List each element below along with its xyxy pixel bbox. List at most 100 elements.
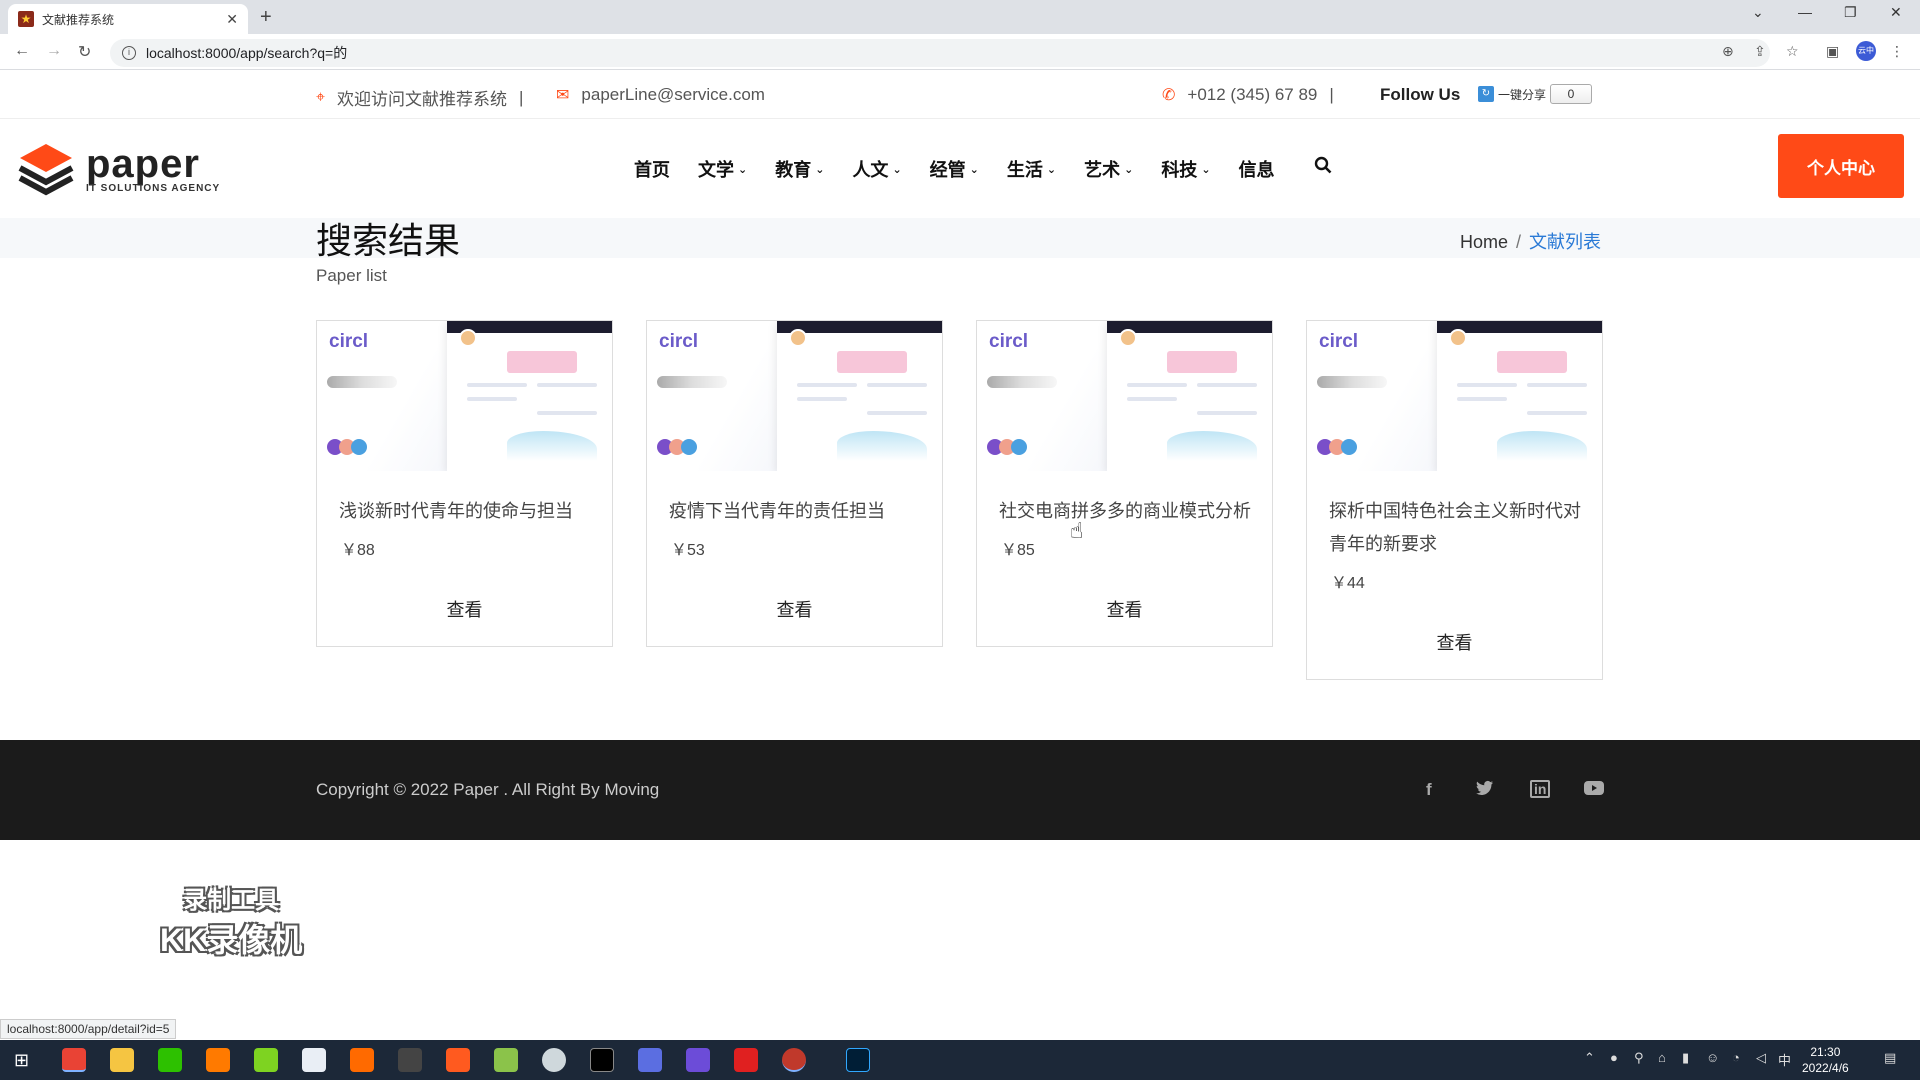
share-label[interactable]: 一键分享 [1498,86,1546,103]
thumbnail-brand: circl [989,331,1029,352]
welcome-item: ⌖ 欢迎访问文献推荐系统 | [316,85,523,110]
map-marker-icon: ⌖ [316,88,326,106]
paper-title[interactable]: 浅谈新时代青年的使命与担当 [317,471,612,528]
nav-label: 经管 [929,160,966,180]
twitter-icon[interactable] [1476,780,1494,801]
file-explorer-icon[interactable] [110,1048,134,1072]
logo-tagline: IT SOLUTIONS AGENCY [86,182,221,194]
paper-title[interactable]: 社交电商拼多多的商业模式分析 [977,471,1272,528]
app-icon[interactable] [350,1048,374,1072]
paper-thumbnail[interactable]: circl [1307,321,1602,471]
mouse-cursor-icon: ☝ [1070,518,1084,543]
windows-start-icon[interactable]: ⊞ [14,1050,29,1071]
zoom-icon[interactable]: ⊕ [1722,43,1734,60]
tray-icon[interactable]: ● [1610,1050,1618,1065]
nav-item-education[interactable]: 教育 ⌄ [775,156,824,182]
app-icon[interactable] [446,1048,470,1072]
volume-icon[interactable]: ◁ [1756,1050,1766,1066]
chrome-icon[interactable] [62,1048,86,1072]
restore-icon[interactable]: ❐ [1844,4,1857,21]
paper-card[interactable]: circl 探析中国特色社会主义新时代对青年的新要求 ￥44 查看 [1306,320,1603,680]
nav-item-humanities[interactable]: 人文 ⌄ [852,156,901,182]
site-footer: Copyright © 2022 Paper . All Right By Mo… [0,740,1920,840]
photoshop-icon[interactable] [846,1048,870,1072]
search-icon[interactable] [1314,156,1332,179]
new-tab-icon[interactable]: + [260,6,272,29]
nav-label: 教育 [775,160,812,180]
paper-title[interactable]: 探析中国特色社会主义新时代对青年的新要求 [1307,471,1602,561]
nav-item-tech[interactable]: 科技 ⌄ [1161,156,1210,182]
profile-avatar[interactable]: 云中 [1856,41,1876,61]
paper-thumbnail[interactable]: circl [647,321,942,471]
facebook-icon[interactable]: f [1426,780,1432,800]
app-icon[interactable] [302,1048,326,1072]
nav-item-art[interactable]: 艺术 ⌄ [1084,156,1133,182]
taskbar-clock[interactable]: 21:30 2022/4/6 [1802,1044,1849,1076]
site-info-icon[interactable]: i [122,46,136,60]
app-icon[interactable] [254,1048,278,1072]
close-tab-icon[interactable]: ✕ [226,11,238,28]
youtube-icon[interactable] [1584,780,1604,800]
close-window-icon[interactable]: ✕ [1890,4,1902,21]
nav-label: 艺术 [1084,160,1121,180]
breadcrumb-current[interactable]: 文献列表 [1529,232,1601,252]
app-icon[interactable] [398,1048,422,1072]
page-subtitle: Paper list [316,266,387,285]
paper-card[interactable]: circl 浅谈新时代青年的使命与担当 ￥88 查看 [316,320,613,647]
browser-tab[interactable]: ★ 文献推荐系统 ✕ [8,4,248,34]
nav-label: 信息 [1238,160,1275,180]
tray-icon[interactable]: ▮ [1682,1050,1689,1066]
ime-indicator[interactable]: 中 [1778,1050,1791,1069]
nav-item-management[interactable]: 经管 ⌄ [930,156,979,182]
forward-icon[interactable]: → [46,42,62,60]
minimize-icon[interactable]: — [1798,4,1812,20]
nav-label: 首页 [634,160,670,180]
share-widget[interactable]: ↻ 一键分享 0 [1478,84,1593,104]
address-bar[interactable]: i localhost:8000/app/search?q=的 [110,39,1770,67]
chat-app-icon[interactable] [542,1048,566,1072]
notification-icon[interactable]: ▤ [1884,1050,1896,1066]
linkedin-icon[interactable]: in [1530,780,1551,798]
tray-icon[interactable]: ⌂ [1658,1050,1666,1065]
user-center-button[interactable]: 个人中心 [1778,134,1904,198]
email-text[interactable]: paperLine@service.com [581,85,765,105]
nav-item-info[interactable]: 信息 [1239,156,1275,182]
nav-label: 科技 [1161,160,1198,180]
view-button[interactable]: 查看 [1437,629,1473,655]
browser-toolbar: ← → ↻ i localhost:8000/app/search?q=的 ⊕ … [0,34,1920,70]
back-icon[interactable]: ← [14,42,30,60]
menu-icon[interactable]: ⋮ [1890,43,1904,60]
side-panel-icon[interactable]: ▣ [1826,43,1839,60]
tray-overflow-icon[interactable]: ⌃ [1584,1050,1595,1066]
paper-title[interactable]: 疫情下当代青年的责任担当 [647,471,942,528]
bookmark-star-icon[interactable]: ☆ [1786,43,1799,60]
wechat-icon[interactable] [158,1048,182,1072]
view-button[interactable]: 查看 [777,596,813,622]
nav-item-life[interactable]: 生活 ⌄ [1007,156,1056,182]
breadcrumb-home[interactable]: Home [1460,232,1508,252]
watermark-line2: KK录像机 [160,922,303,958]
recorder-app-icon[interactable] [782,1048,806,1072]
app-icon[interactable] [638,1048,662,1072]
terminal-icon[interactable] [590,1048,614,1072]
paper-thumbnail[interactable]: circl [317,321,612,471]
view-button[interactable]: 查看 [447,596,483,622]
nav-item-literature[interactable]: 文学 ⌄ [698,156,747,182]
paper-card[interactable]: circl 疫情下当代青年的责任担当 ￥53 查看 [646,320,943,647]
site-logo[interactable]: paper IT SOLUTIONS AGENCY [16,140,220,198]
view-button[interactable]: 查看 [1107,596,1143,622]
nav-item-home[interactable]: 首页 [634,156,670,182]
phone-text[interactable]: +012 (345) 67 89 [1187,85,1317,105]
share-icon[interactable]: ⇪ [1754,43,1766,60]
reload-icon[interactable]: ↻ [78,42,91,62]
wifi-icon[interactable]: ◔ [1732,1050,1740,1065]
app-icon[interactable] [686,1048,710,1072]
paper-card[interactable]: circl 社交电商拼多多的商业模式分析 ￥85 查看 [976,320,1273,647]
tab-search-icon[interactable]: ⌄ [1752,4,1764,21]
wps-icon[interactable] [734,1048,758,1072]
paper-thumbnail[interactable]: circl [977,321,1272,471]
tray-icon[interactable]: ⚲ [1634,1050,1644,1066]
app-icon[interactable] [494,1048,518,1072]
search-app-icon[interactable] [206,1048,230,1072]
tray-icon[interactable]: ☺ [1706,1050,1719,1065]
